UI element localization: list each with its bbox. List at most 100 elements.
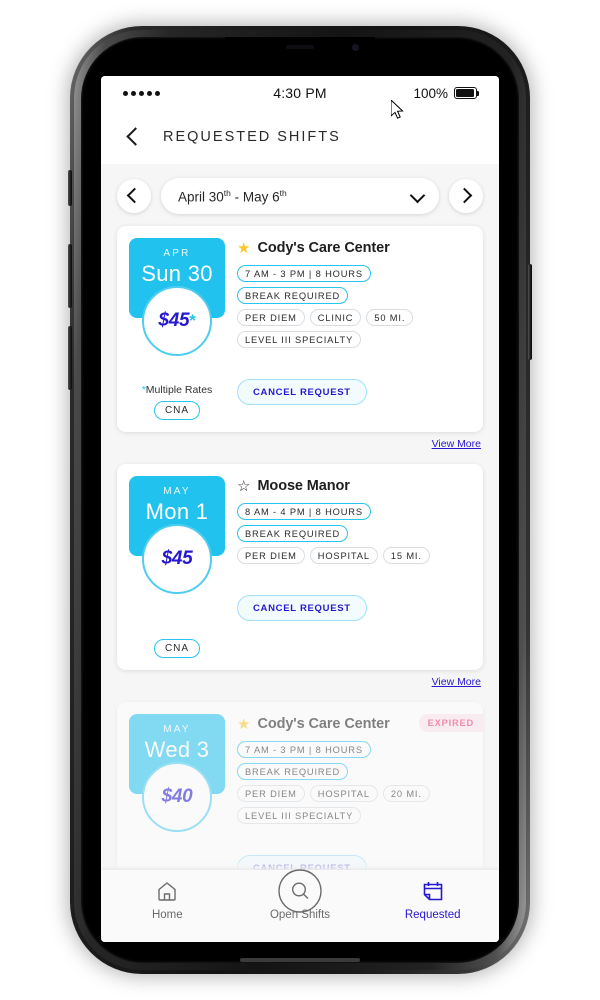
multiple-rates-note: *Multiple Rates [141,384,213,396]
app-header: REQUESTED SHIFTS [101,110,499,164]
next-week-button[interactable] [449,179,483,213]
power-button[interactable] [528,264,532,360]
status-right-group: 100% [413,85,480,101]
mute-switch-button[interactable] [68,170,72,206]
app-screen: 4:30 PM 100% REQUESTED SHIFTS April 30th… [101,76,499,942]
nav-item-requested[interactable]: Requested [366,878,499,921]
cancel-request-button[interactable]: CANCEL REQUEST [237,379,367,405]
shift-card-wrapper: MAY Mon 1 $45 CNA ☆ Moose Manor 8 AM - 4… [117,464,483,688]
nav-item-open-shifts[interactable]: Open Shifts [234,869,367,921]
favorite-star-icon[interactable]: ☆ [237,479,250,494]
shift-time-tags: 8 AM - 4 PM | 8 HOURS BREAK REQUIRED [237,503,471,542]
shift-month: MAY [163,486,191,497]
shift-tag-pill: HOSPITAL [309,547,378,564]
view-more-link[interactable]: View More [117,670,483,688]
page-title: REQUESTED SHIFTS [163,129,341,145]
shift-tag-pill: 7 AM - 3 PM | 8 HOURS [237,741,371,758]
shift-time-tags: 7 AM - 3 PM | 8 HOURS BREAK REQUIRED [237,265,471,304]
previous-week-button[interactable] [117,179,151,213]
rate-asterisk-icon: * [189,311,196,330]
shift-rate-badge: $45* [142,286,212,356]
home-indicator [240,958,360,962]
volume-up-button[interactable] [68,244,72,308]
shift-details: ☆ Moose Manor 8 AM - 4 PM | 8 HOURS BREAK… [237,476,471,658]
facility-name: Cody's Care Center [257,240,390,256]
shift-tag-pill: LEVEL III SPECIALTY [237,807,362,824]
shift-tag-pill: 20 MI. [382,785,430,802]
shift-day: Wed 3 [144,737,210,762]
mouse-cursor [391,100,404,119]
nav-item-label: Requested [404,909,461,921]
shift-rate-value: $45 [161,548,193,569]
shift-tag-pill: PER DIEM [237,547,305,564]
shift-card[interactable]: MAY Mon 1 $45 CNA ☆ Moose Manor 8 AM - 4… [117,464,483,670]
view-more-link[interactable]: View More [117,432,483,450]
shift-month: APR [163,248,191,259]
date-range-dropdown[interactable]: April 30th - May 6th [161,178,439,214]
shift-type-tags: PER DIEM CLINIC 50 MI. [237,309,471,326]
shift-tag-pill: LEVEL III SPECIALTY [237,331,362,348]
shift-date-column: MAY Wed 3 $40 CNA [129,714,225,896]
credential-pill: CNA [154,639,200,658]
shift-type-tags: PER DIEM HOSPITAL 15 MI. [237,547,471,564]
phone-notch [225,37,375,64]
nav-item-label: Home [151,909,183,921]
cancel-request-button[interactable]: CANCEL REQUEST [237,595,367,621]
status-badge: EXPIRED [418,714,483,732]
facility-name: Cody's Care Center [257,716,390,732]
shift-day: Mon 1 [145,499,209,524]
facility-name: Moose Manor [257,478,350,494]
shift-rate-value: $40 [161,786,193,807]
shift-rate-badge: $40 [142,762,212,832]
facility-row: ☆ Moose Manor [237,478,471,494]
requested-shift-list: APR Sun 30 $45* *Multiple Rates CNA ★ Co… [101,226,499,942]
shift-card[interactable]: APR Sun 30 $45* *Multiple Rates CNA ★ Co… [117,226,483,432]
shift-specialty-tags: LEVEL III SPECIALTY [237,331,471,348]
calendar-icon [421,878,445,904]
nav-item-home[interactable]: Home [101,878,234,921]
shift-tag-pill: 15 MI. [382,547,430,564]
favorite-star-icon[interactable]: ★ [237,241,250,256]
date-range-label: April 30th - May 6th [178,187,287,205]
date-range-selector: April 30th - May 6th [101,164,499,226]
shift-month: MAY [163,724,191,735]
shift-tag-pill: HOSPITAL [309,785,378,802]
shift-tag-pill: PER DIEM [237,785,305,802]
shift-tag-pill: PER DIEM [237,309,305,326]
shift-tag-pill: BREAK REQUIRED [237,525,349,542]
battery-icon [454,87,480,99]
shift-tag-pill: 50 MI. [366,309,414,326]
shift-specialty-tags: LEVEL III SPECIALTY [237,807,471,824]
home-icon [155,878,179,904]
shift-tag-pill: BREAK REQUIRED [237,287,349,304]
status-bar: 4:30 PM 100% [101,76,499,110]
multiple-rates-note [129,622,225,634]
favorite-star-icon[interactable]: ★ [237,717,250,732]
shift-tag-pill: 7 AM - 3 PM | 8 HOURS [237,265,371,282]
shift-rate-badge: $45 [142,524,212,594]
volume-down-button[interactable] [68,326,72,390]
battery-percent: 100% [413,85,448,101]
screenshot-stage: 4:30 PM 100% REQUESTED SHIFTS April 30th… [0,0,600,1000]
shift-tag-pill: CLINIC [309,309,362,326]
shift-details: ★ Cody's Care Center 7 AM - 3 PM | 8 HOU… [237,714,471,896]
shift-tag-pill: BREAK REQUIRED [237,763,349,780]
shift-tag-pill: 8 AM - 4 PM | 8 HOURS [237,503,371,520]
shift-time-tags: 7 AM - 3 PM | 8 HOURS BREAK REQUIRED [237,741,471,780]
credential-pill: CNA [154,401,200,420]
earpiece-speaker [286,45,314,49]
shift-day: Sun 30 [141,261,213,286]
shift-type-tags: PER DIEM HOSPITAL 20 MI. [237,785,471,802]
facility-row: ★ Cody's Care Center [237,240,471,256]
shift-rate-value: $45* [158,310,196,331]
front-camera [352,44,359,51]
back-chevron-icon[interactable] [125,129,141,145]
shift-card-wrapper: APR Sun 30 $45* *Multiple Rates CNA ★ Co… [117,226,483,450]
search-icon [277,869,323,913]
nav-item-label: Open Shifts [269,909,331,921]
shift-date-column: APR Sun 30 $45* *Multiple Rates CNA [129,238,225,420]
shift-date-column: MAY Mon 1 $45 CNA [129,476,225,658]
chevron-down-icon [411,190,423,202]
bottom-navigation: Home Open Shifts Requested [101,869,499,942]
shift-details: ★ Cody's Care Center 7 AM - 3 PM | 8 HOU… [237,238,471,420]
